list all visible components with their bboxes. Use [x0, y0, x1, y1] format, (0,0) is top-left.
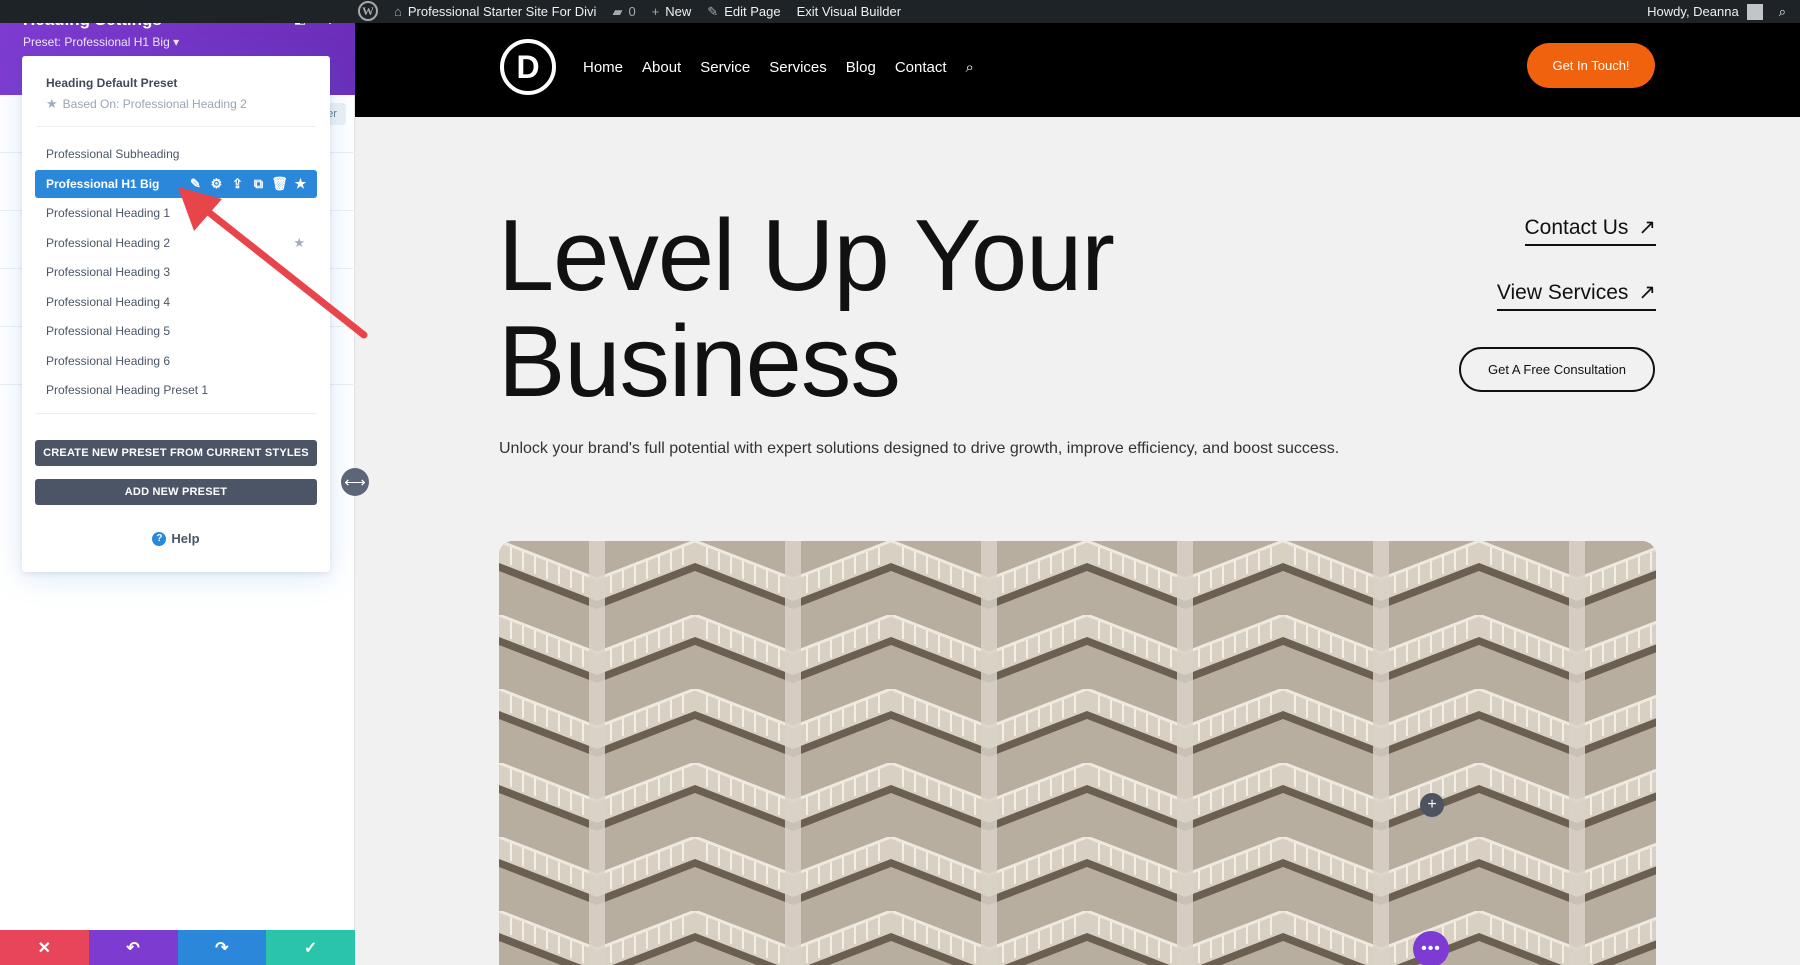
edit-page-link[interactable]: ✎ Edit Page [699, 0, 788, 23]
free-consultation-button[interactable]: Get A Free Consultation [1459, 347, 1655, 392]
save-button[interactable]: ✓ [266, 930, 355, 965]
preset-item-label: Professional Subheading [46, 147, 180, 161]
wordpress-logo-icon[interactable]: W [358, 1, 378, 21]
panel-bottom-bar: ✕ ↶ ↷ ✓ [0, 930, 355, 965]
nav-item-service[interactable]: Service [700, 59, 750, 76]
avatar [1746, 3, 1763, 20]
divider [36, 126, 316, 127]
help-link[interactable]: ? Help [22, 531, 330, 546]
page-preview: D Home About Service Services Blog Conta… [355, 23, 1800, 965]
nav-item-services[interactable]: Services [769, 59, 827, 76]
contact-us-link[interactable]: Contact Us ↗ [1524, 215, 1656, 246]
contact-us-label: Contact Us [1524, 215, 1629, 239]
undo-button[interactable]: ↶ [88, 930, 178, 965]
view-services-label: View Services [1496, 280, 1629, 304]
hero-image [499, 541, 1656, 965]
preset-item[interactable]: Professional Heading 6 [35, 347, 317, 375]
greeting-label: Howdy, Deanna [1647, 4, 1739, 19]
site-header: D Home About Service Services Blog Conta… [355, 23, 1800, 117]
comments-link[interactable]: ▰ 0 [604, 0, 643, 23]
search-icon[interactable]: ⌕ [966, 59, 974, 76]
get-in-touch-button[interactable]: Get In Touch! [1527, 43, 1655, 88]
divider [36, 413, 316, 414]
main-nav: Home About Service Services Blog Contact… [583, 59, 974, 76]
add-module-button[interactable]: + [1420, 793, 1444, 817]
panel-resize-handle[interactable]: ⟷ [341, 468, 369, 496]
preset-item[interactable]: Professional Heading Preset 1 [35, 376, 317, 404]
section-options-button[interactable]: ••• [1413, 931, 1449, 965]
preset-item-label: Professional Heading 6 [46, 354, 171, 368]
edit-page-label: Edit Page [724, 4, 781, 19]
site-name-label: Professional Starter Site For Divi [407, 4, 597, 19]
redo-button[interactable]: ↷ [177, 930, 267, 965]
dashboard-icon: ⌂ [394, 4, 402, 19]
view-services-link[interactable]: View Services ↗ [1496, 280, 1656, 311]
preset-item-label: Professional Heading 5 [46, 324, 171, 338]
exit-builder-label: Exit Visual Builder [796, 4, 902, 19]
preset-item-label: Professional Heading 3 [46, 265, 171, 279]
site-name-link[interactable]: ⌂ Professional Starter Site For Divi [386, 0, 604, 23]
arrow-up-right-icon: ↗ [1638, 216, 1656, 239]
account-menu[interactable]: Howdy, Deanna [1639, 0, 1771, 23]
arrow-up-right-icon: ↗ [1638, 281, 1656, 304]
nav-item-home[interactable]: Home [583, 59, 623, 76]
based-on-label: Based On: Professional Heading 2 [62, 97, 247, 111]
admin-search-icon[interactable]: ⌕ [1771, 0, 1794, 23]
preset-item[interactable]: Professional Subheading [35, 140, 317, 168]
star-icon: ★ [46, 96, 58, 111]
preset-item-label: Professional H1 Big [46, 177, 160, 191]
preset-item-label: Professional Heading Preset 1 [46, 383, 209, 397]
comment-icon: ▰ [612, 3, 623, 19]
hero-heading[interactable]: Level Up Your Business [498, 203, 1258, 415]
plus-icon: + [651, 4, 660, 19]
help-label: Help [171, 531, 200, 546]
comments-count: 0 [628, 4, 636, 19]
preset-selector[interactable]: Preset: Professional H1 Big ▾ [23, 35, 179, 49]
preset-item-label: Professional Heading 4 [46, 295, 171, 309]
preset-item-label: Professional Heading 2 [46, 236, 171, 250]
new-content-link[interactable]: + New [644, 0, 700, 23]
site-logo[interactable]: D [500, 39, 556, 95]
nav-item-about[interactable]: About [642, 59, 681, 76]
default-preset-item[interactable]: Heading Default Preset [46, 76, 177, 90]
discard-button[interactable]: ✕ [0, 930, 89, 965]
based-on-note: ★ Based On: Professional Heading 2 [46, 96, 247, 112]
annotation-arrow-icon [178, 187, 368, 339]
exit-visual-builder-link[interactable]: Exit Visual Builder [789, 0, 910, 23]
add-new-preset-button[interactable]: ADD NEW PRESET [35, 479, 317, 505]
hero-subtitle: Unlock your brand's full potential with … [499, 440, 1340, 457]
new-label: New [665, 4, 692, 19]
create-preset-from-styles-button[interactable]: CREATE NEW PRESET FROM CURRENT STYLES [35, 440, 317, 466]
help-icon: ? [152, 531, 167, 546]
nav-item-contact[interactable]: Contact [895, 59, 947, 76]
nav-item-blog[interactable]: Blog [846, 59, 876, 76]
building-facade-image [499, 541, 1656, 965]
pencil-icon: ✎ [707, 3, 719, 19]
wp-admin-bar: W ⌂ Professional Starter Site For Divi ▰… [0, 0, 1800, 23]
preset-item-label: Professional Heading 1 [46, 206, 171, 220]
